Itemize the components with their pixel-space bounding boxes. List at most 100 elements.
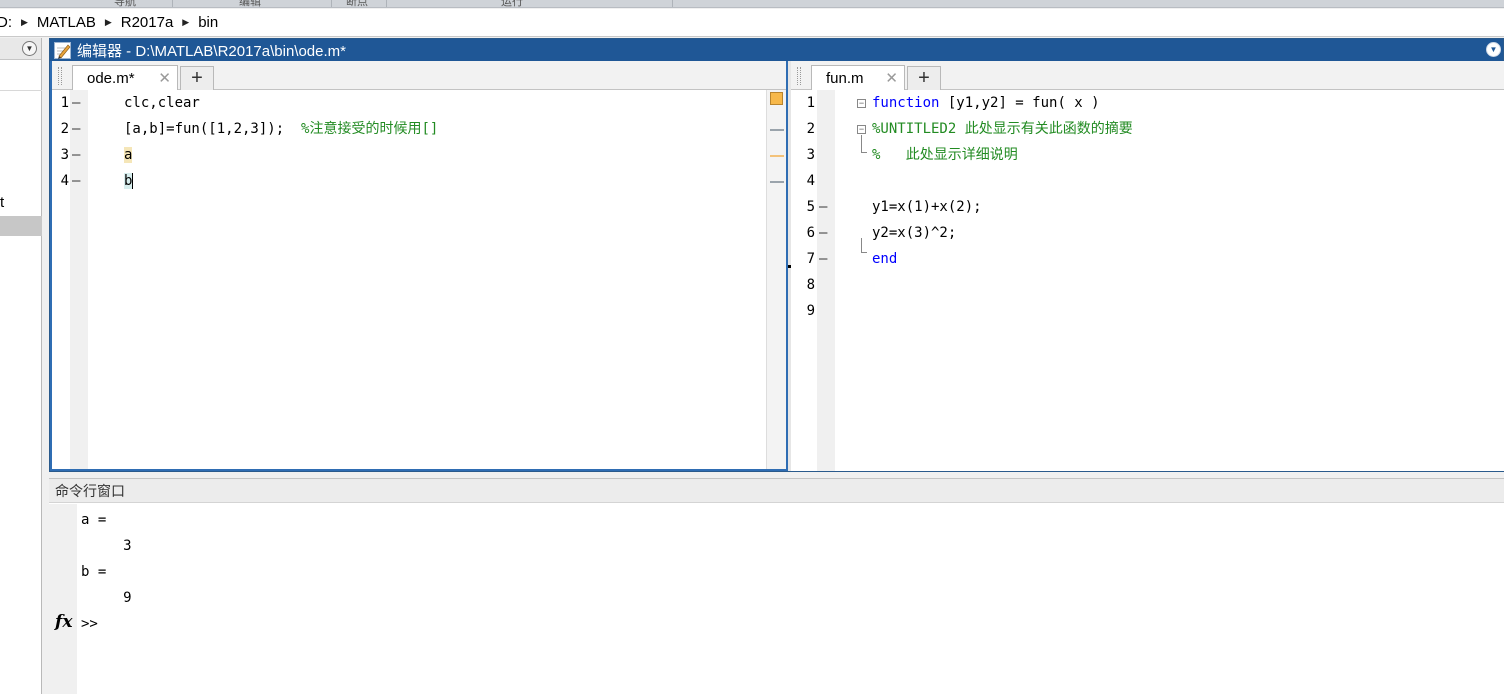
- current-folder-address-bar[interactable]: D: ▶ MATLAB ▶ R2017a ▶ bin: [0, 9, 1504, 37]
- code-line[interactable]: function [y1,y2] = fun( x ): [872, 90, 1100, 116]
- code-line[interactable]: clc,clear: [124, 90, 200, 116]
- code-line[interactable]: % 此处显示详细说明: [872, 142, 1018, 168]
- code-line[interactable]: %UNTITLED2 此处显示有关此函数的摘要: [872, 116, 1133, 142]
- ribbon-tab-run[interactable]: 运行: [442, 0, 582, 7]
- code-analyzer-bar[interactable]: [766, 90, 786, 469]
- warning-indicator-icon[interactable]: [770, 92, 783, 105]
- line-number: 6: [806, 225, 815, 241]
- line-number: 7: [806, 251, 815, 267]
- code-line[interactable]: b: [124, 168, 134, 194]
- editor-pane-ode: ode.m* ✕ + 1 — clc,clear 2 — [a,b]=fun([…: [50, 61, 788, 471]
- breadcrumb-r2017a[interactable]: R2017a: [121, 14, 174, 31]
- line-number: 4: [806, 173, 815, 189]
- fold-guide: [861, 152, 867, 153]
- code-editor-fun[interactable]: − − 1 function [y1,y2] = fun( x ) 2 %UNT…: [791, 90, 1504, 471]
- code-line[interactable]: end: [872, 246, 897, 272]
- ribbon-separator: [386, 0, 387, 7]
- breadcrumb-bin[interactable]: bin: [198, 14, 218, 31]
- tab-ode-m[interactable]: ode.m* ✕: [72, 65, 178, 90]
- file-list-item-selected[interactable]: [0, 216, 42, 236]
- code-line[interactable]: y2=x(3)^2;: [872, 220, 956, 246]
- file-list-item[interactable]: t: [0, 194, 4, 211]
- add-tab-button[interactable]: +: [907, 66, 941, 90]
- ribbon-separator: [672, 0, 673, 7]
- line-number: 3: [806, 147, 815, 163]
- code-comment: % 此处显示详细说明: [872, 147, 1018, 163]
- panel-divider: [0, 90, 42, 91]
- tab-fun-m[interactable]: fun.m ✕: [811, 65, 905, 90]
- function-browser-icon[interactable]: fx: [55, 612, 72, 632]
- line-number: 3: [60, 147, 69, 163]
- editor-tab-strip: fun.m ✕ +: [791, 61, 1504, 90]
- current-folder-panel: ▼ t: [0, 38, 42, 694]
- tab-grip-icon[interactable]: [58, 67, 62, 85]
- code-text: [a,b]=fun([1,2,3]);: [124, 121, 302, 137]
- ribbon-tab-navigate[interactable]: 导航: [55, 0, 195, 7]
- command-window-gutter: [49, 504, 77, 694]
- executable-line-marker[interactable]: —: [72, 95, 80, 111]
- fold-guide: [861, 252, 867, 253]
- code-comment: %UNTITLED2 此处显示有关此函数的摘要: [872, 121, 1133, 137]
- executable-line-marker[interactable]: —: [819, 199, 827, 215]
- tab-close-icon[interactable]: ✕: [158, 69, 171, 87]
- command-window[interactable]: 命令行窗口 a = 3 b = 9 fx >>: [49, 478, 1504, 694]
- output-line: 9: [81, 590, 132, 606]
- line-number: 1: [60, 95, 69, 111]
- ribbon-tab-strip: 导航 编辑 断点 运行: [0, 0, 1504, 8]
- line-number: 4: [60, 173, 69, 189]
- executable-line-marker[interactable]: —: [72, 121, 80, 137]
- fold-guide: [861, 135, 862, 153]
- panel-menu-icon[interactable]: ▼: [22, 41, 37, 56]
- code-editor-ode[interactable]: 1 — clc,clear 2 — [a,b]=fun([1,2,3]); %注…: [52, 90, 786, 469]
- current-folder-panel-header: ▼: [0, 38, 41, 60]
- tab-grip-icon[interactable]: [797, 67, 801, 85]
- breadcrumb-matlab[interactable]: MATLAB: [37, 14, 96, 31]
- line-number: 9: [806, 303, 815, 319]
- executable-line-marker[interactable]: —: [72, 147, 80, 163]
- line-number: 2: [60, 121, 69, 137]
- breadcrumb-arrow-icon[interactable]: ▶: [182, 17, 189, 28]
- line-number: 2: [806, 121, 815, 137]
- breakpoint-gutter[interactable]: [817, 90, 835, 471]
- ribbon-tab-breakpoints[interactable]: 断点: [287, 0, 427, 7]
- fold-collapse-icon[interactable]: −: [857, 99, 866, 108]
- code-comment: %注意接受的时候用[]: [301, 121, 439, 137]
- code-text: a: [124, 147, 133, 163]
- analyzer-message-mark[interactable]: [770, 129, 784, 131]
- code-line[interactable]: [a,b]=fun([1,2,3]); %注意接受的时候用[]: [124, 116, 438, 142]
- tab-close-icon[interactable]: ✕: [885, 69, 898, 87]
- ribbon-separator: [172, 0, 173, 7]
- command-prompt[interactable]: >>: [81, 616, 98, 632]
- editor-pencil-icon: [54, 41, 71, 59]
- tab-label: ode.m*: [87, 69, 135, 87]
- executable-line-marker[interactable]: —: [72, 173, 80, 189]
- text-caret: [132, 173, 134, 189]
- executable-line-marker[interactable]: —: [819, 251, 827, 267]
- code-text: y2=x(3)^2;: [872, 225, 957, 241]
- code-text: clc,clear: [124, 95, 200, 111]
- breadcrumb-arrow-icon[interactable]: ▶: [21, 17, 28, 28]
- output-line: b =: [81, 564, 107, 580]
- code-line[interactable]: y1=x(1)+x(2);: [872, 194, 982, 220]
- tab-label: fun.m: [826, 69, 864, 87]
- line-number: 8: [806, 277, 815, 293]
- code-keyword: end: [872, 251, 898, 267]
- analyzer-message-mark[interactable]: [770, 181, 784, 183]
- code-line[interactable]: a: [124, 142, 133, 168]
- command-window-title: 命令行窗口: [49, 479, 1504, 503]
- line-number: 1: [806, 95, 815, 111]
- breadcrumb-drive[interactable]: D:: [0, 14, 12, 31]
- editor-menu-icon[interactable]: ▼: [1486, 42, 1501, 57]
- output-line: a =: [81, 512, 107, 528]
- add-tab-button[interactable]: +: [180, 66, 214, 90]
- executable-line-marker[interactable]: —: [819, 225, 827, 241]
- line-number: 5: [806, 199, 815, 215]
- code-text: [y1,y2] = fun( x ): [939, 95, 1100, 111]
- code-text: y1=x(1)+x(2);: [872, 199, 982, 215]
- fold-guide: [861, 238, 862, 252]
- editor-window: 编辑器 - D:\MATLAB\R2017a\bin\ode.m* ▼ ode.…: [49, 38, 1504, 472]
- editor-pane-fun: fun.m ✕ + − − 1 function [y1,y2] = fun( …: [791, 61, 1504, 471]
- analyzer-message-mark[interactable]: [770, 155, 784, 157]
- breadcrumb-arrow-icon[interactable]: ▶: [105, 17, 112, 28]
- fold-collapse-icon[interactable]: −: [857, 125, 866, 134]
